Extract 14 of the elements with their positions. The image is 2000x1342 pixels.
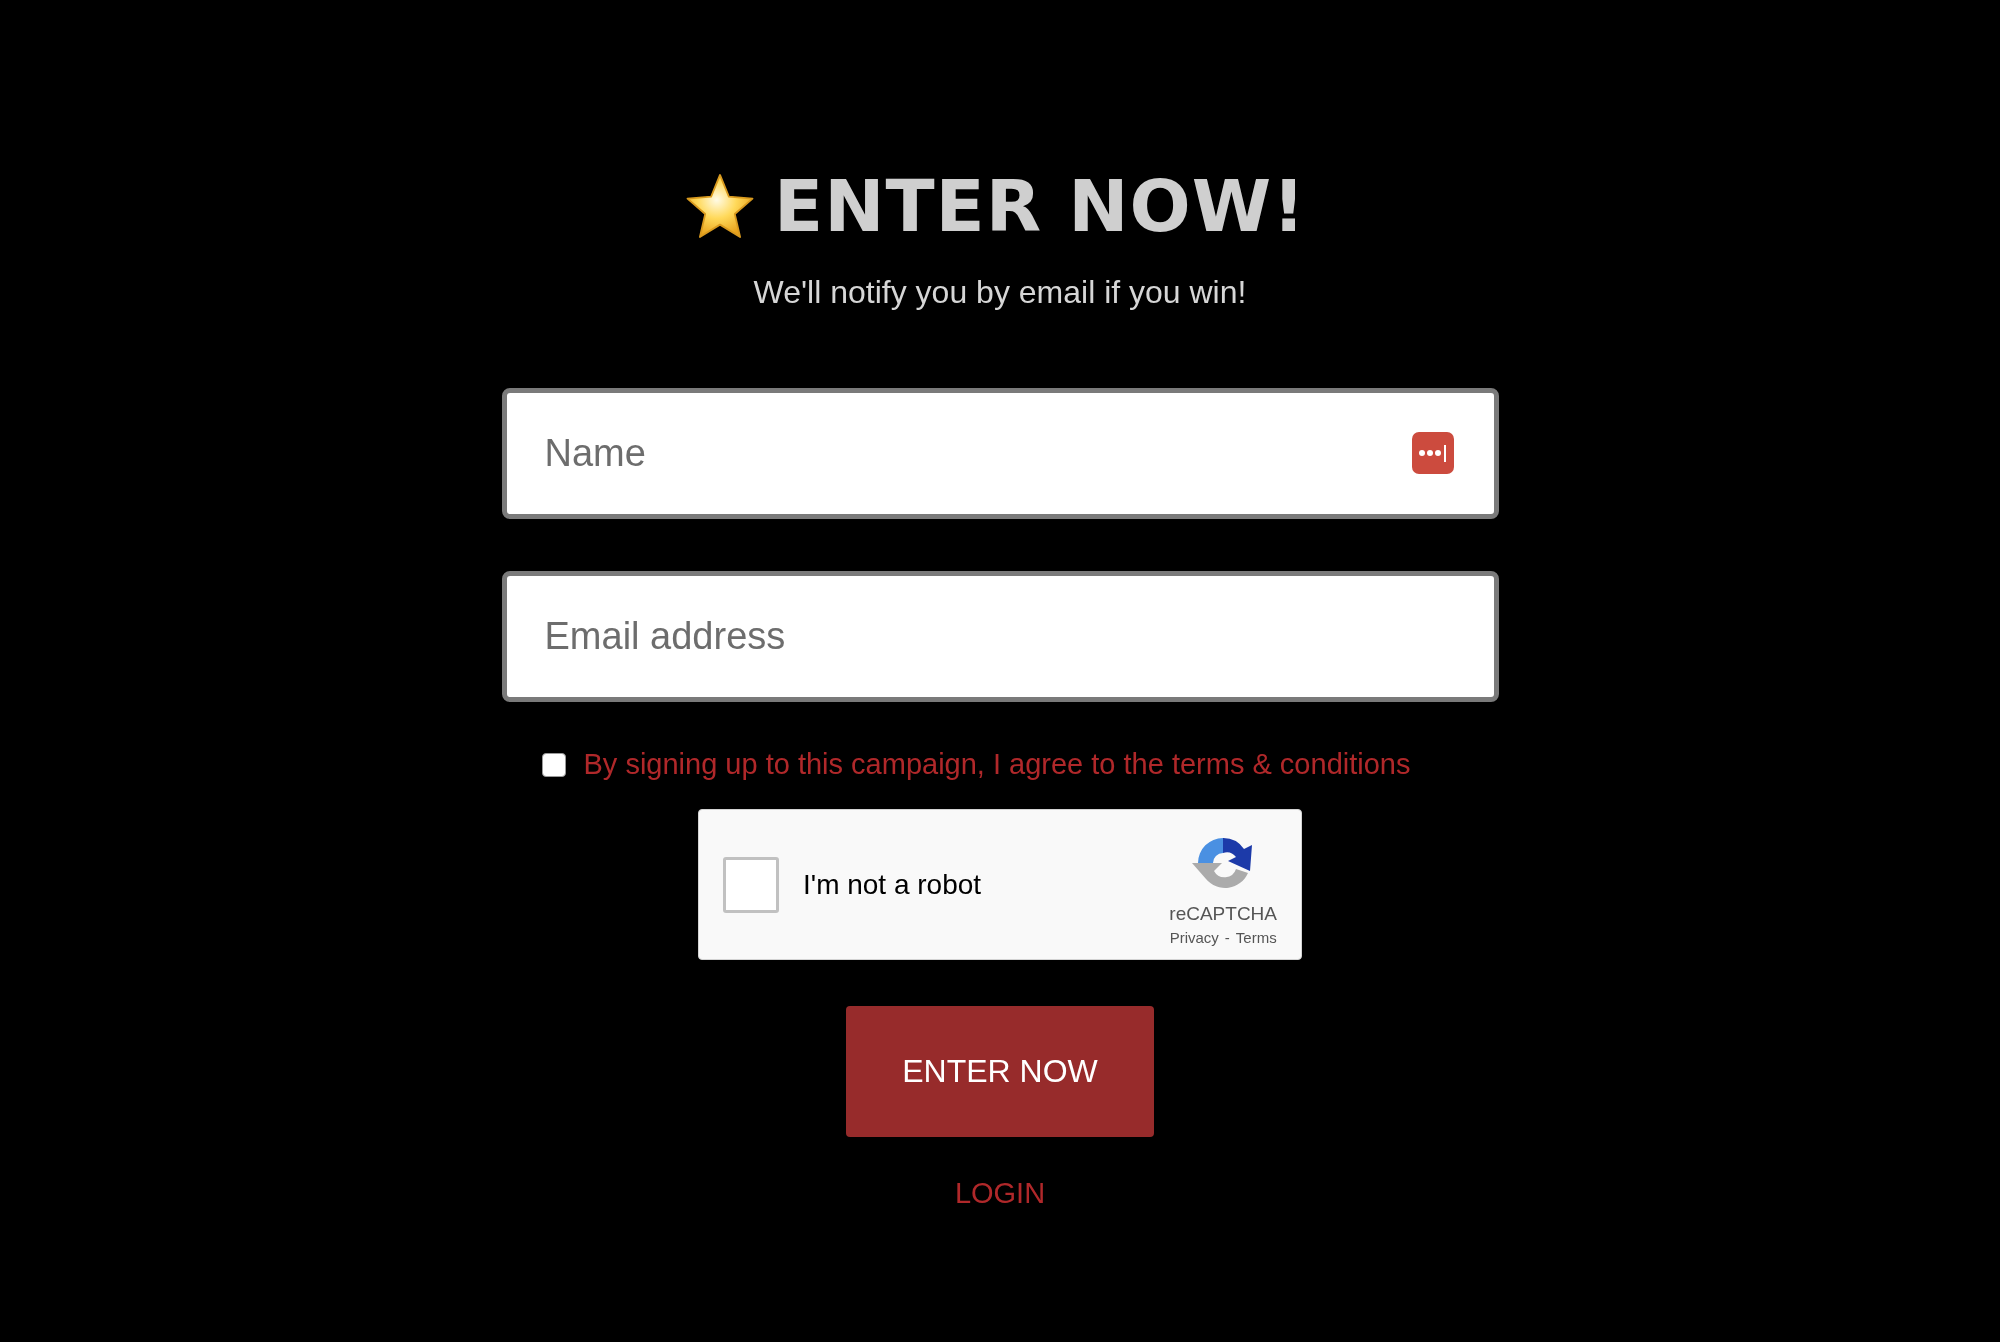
terms-checkbox[interactable] [541,752,566,777]
name-field[interactable]: Name [501,388,1499,519]
subtitle: We'll notify you by email if you win! [753,274,1247,311]
email-field[interactable]: Email address [501,571,1499,702]
captcha-label: I'm not a robot [803,868,983,901]
privacy-link[interactable]: Privacy [1169,929,1219,946]
enter-now-button[interactable]: ENTER NOW [846,1006,1154,1137]
star-icon [684,172,756,240]
terms-link[interactable]: Terms [1235,929,1277,946]
captcha-checkbox[interactable] [723,856,779,913]
captcha-brand: reCAPTCHA [1169,903,1277,925]
password-dots-icon[interactable] [1411,432,1454,474]
link-separator: - [1224,929,1230,946]
page-title: ENTER NOW! [774,164,1306,248]
